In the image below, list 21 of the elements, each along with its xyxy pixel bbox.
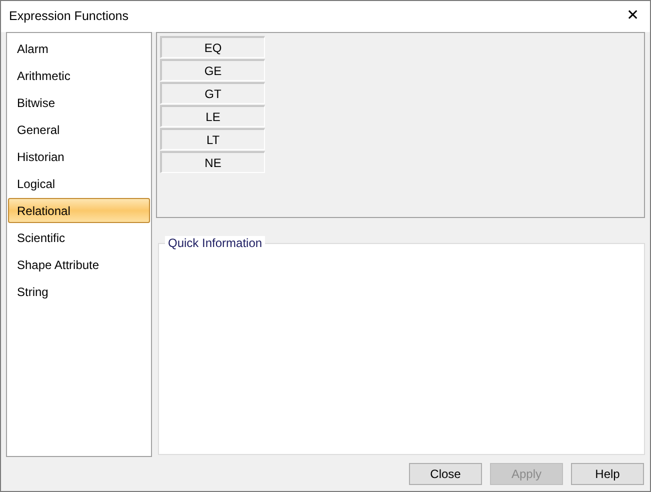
category-item[interactable]: String [8, 279, 150, 304]
category-item[interactable]: Scientific [8, 225, 150, 250]
window-title: Expression Functions [9, 8, 129, 26]
category-item[interactable]: General [8, 117, 150, 142]
category-item[interactable]: Arithmetic [8, 63, 150, 88]
close-button[interactable]: ✕ [616, 2, 650, 32]
dialog-button[interactable]: Help [571, 463, 644, 485]
function-button[interactable]: GE [160, 59, 265, 81]
dialog-button[interactable]: Close [409, 463, 482, 485]
function-button[interactable]: NE [160, 151, 265, 173]
category-item[interactable]: Logical [8, 171, 150, 196]
category-item[interactable]: Alarm [8, 36, 150, 61]
function-button[interactable]: GT [160, 82, 265, 104]
category-item[interactable]: Historian [8, 144, 150, 169]
group-title: Quick Information [165, 236, 266, 250]
category-item[interactable]: Shape Attribute [8, 252, 150, 277]
function-button[interactable]: EQ [160, 36, 265, 58]
category-item[interactable]: Relational [8, 198, 150, 223]
function-button[interactable]: LT [160, 128, 265, 150]
function-button[interactable]: LE [160, 105, 265, 127]
category-item[interactable]: Bitwise [8, 90, 150, 115]
